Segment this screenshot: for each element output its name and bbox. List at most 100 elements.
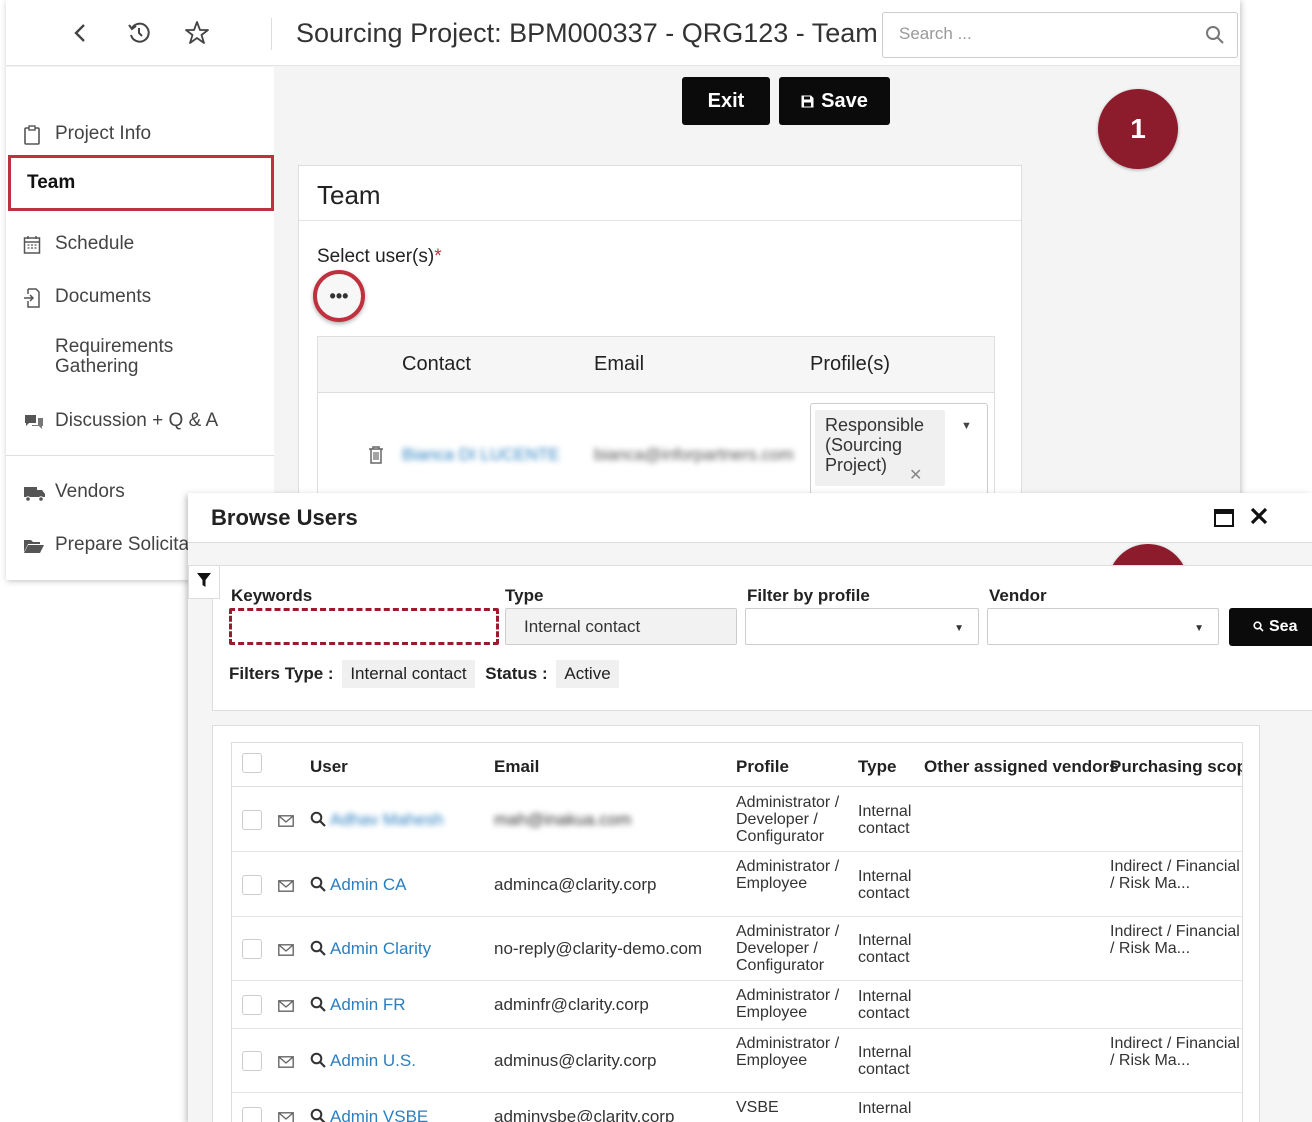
- magnifier-icon[interactable]: [310, 940, 326, 961]
- mail-icon[interactable]: [278, 1111, 294, 1122]
- search-icon: [1253, 619, 1264, 637]
- column-header-email[interactable]: Email: [494, 757, 539, 777]
- magnifier-icon[interactable]: [310, 1052, 326, 1073]
- sidebar-item-requirements-gathering[interactable]: Requirements Gathering: [6, 337, 274, 381]
- vendor-label: Vendor: [989, 586, 1047, 605]
- mail-icon[interactable]: [278, 943, 294, 961]
- filter-chip-status[interactable]: Active: [556, 660, 619, 688]
- select-users-more-button[interactable]: •••: [313, 270, 365, 322]
- history-icon[interactable]: [122, 16, 156, 50]
- user-link[interactable]: Admin FR: [330, 995, 406, 1015]
- row-checkbox[interactable]: [242, 1107, 262, 1122]
- profile-filter-select[interactable]: ▼: [745, 608, 979, 645]
- row-checkbox[interactable]: [242, 810, 262, 830]
- column-header-profile[interactable]: Profile: [736, 757, 789, 777]
- user-email: adminfr@clarity.corp: [494, 995, 649, 1014]
- row-checkbox[interactable]: [242, 1051, 262, 1071]
- row-checkbox[interactable]: [242, 939, 262, 959]
- sidebar-item-label: Vendors: [55, 481, 125, 502]
- sidebar-item-documents[interactable]: Documents: [6, 286, 274, 312]
- caret-down-icon[interactable]: ▼: [961, 420, 972, 432]
- filter-funnel-icon: [197, 572, 211, 592]
- magnifier-icon[interactable]: [310, 876, 326, 897]
- magnifier-icon[interactable]: [310, 996, 326, 1017]
- back-chevron-icon[interactable]: [64, 16, 98, 50]
- row-checkbox[interactable]: [242, 995, 262, 1015]
- user-link[interactable]: Admin CA: [330, 875, 407, 895]
- mail-icon[interactable]: [278, 879, 294, 897]
- browse-users-dialog: Browse Users 2 Keywords Type Internal co…: [188, 493, 1312, 1122]
- save-label: Save: [821, 89, 868, 112]
- sidebar-item-label: Schedule: [55, 233, 135, 254]
- save-button[interactable]: Save: [779, 77, 890, 125]
- maximize-icon[interactable]: [1214, 509, 1234, 532]
- select-users-label: Select user(s)*: [317, 246, 442, 268]
- column-header-purchasing-scope[interactable]: Purchasing scope: [1110, 757, 1242, 777]
- column-header-email[interactable]: Email: [594, 353, 644, 376]
- user-link[interactable]: Admin U.S.: [330, 1051, 416, 1071]
- magnifier-icon[interactable]: [310, 811, 326, 832]
- column-header-contact[interactable]: Contact: [402, 353, 471, 376]
- user-email: mah@inakua.com: [494, 810, 632, 829]
- exit-button[interactable]: Exit: [682, 77, 770, 125]
- global-search[interactable]: [882, 12, 1238, 58]
- star-icon[interactable]: [180, 16, 214, 50]
- row-checkbox[interactable]: [242, 875, 262, 895]
- mail-icon[interactable]: [278, 1055, 294, 1073]
- type-label: Type: [505, 586, 544, 605]
- user-profile: Administrator / Developer / Configurator: [736, 794, 840, 845]
- mail-icon[interactable]: [278, 814, 294, 832]
- user-profile: Administrator / Employee: [736, 858, 840, 892]
- sidebar-item-project-info[interactable]: Project Info: [6, 123, 274, 149]
- close-icon[interactable]: [1248, 505, 1270, 532]
- profile-multiselect[interactable]: Responsible (Sourcing Project) ✕ ▼: [810, 403, 988, 501]
- dialog-header: Browse Users: [188, 493, 1312, 543]
- sidebar-item-label: Prepare Solicitat: [55, 534, 195, 555]
- remove-tag-icon[interactable]: ✕: [909, 466, 922, 486]
- select-all-checkbox[interactable]: [242, 753, 262, 773]
- sidebar-item-schedule[interactable]: Schedule: [6, 233, 274, 259]
- keywords-input[interactable]: [229, 608, 499, 645]
- mail-icon[interactable]: [278, 999, 294, 1017]
- magnifier-icon[interactable]: [310, 1108, 326, 1122]
- column-header-other-vendors[interactable]: Other assigned vendors: [924, 757, 1119, 777]
- filter-toggle[interactable]: [188, 565, 220, 599]
- user-type: Internal contact: [858, 803, 912, 837]
- user-link[interactable]: Admin VSBE: [330, 1107, 428, 1122]
- filters-label: Filters: [229, 664, 281, 683]
- user-email: adminca@clarity.corp: [494, 875, 657, 894]
- column-header-type[interactable]: Type: [858, 757, 896, 777]
- keywords-label: Keywords: [231, 586, 313, 605]
- sidebar-item-team[interactable]: Team: [8, 155, 274, 211]
- user-type: Internal contact: [858, 988, 912, 1022]
- column-header-profiles[interactable]: Profile(s): [810, 353, 890, 376]
- user-link[interactable]: Admin Clarity: [330, 939, 431, 959]
- filter-chip-type[interactable]: Internal contact: [342, 660, 475, 688]
- caret-down-icon: ▼: [954, 623, 964, 634]
- dialog-title: Browse Users: [211, 505, 358, 530]
- filter-panel: Keywords Type Internal contact Filter by…: [212, 565, 1312, 711]
- trash-icon[interactable]: [368, 445, 384, 470]
- table-row: Admin U.S. adminus@clarity.corp Administra…: [232, 1029, 1242, 1093]
- filter-status-label: Status :: [485, 664, 548, 683]
- clipboard-icon: [23, 125, 43, 145]
- table-row: Admin VSBE adminvsbe@clarity.corp VSBE Inte…: [232, 1093, 1242, 1122]
- search-icon[interactable]: [1205, 25, 1225, 50]
- step-badge-1: 1: [1098, 89, 1178, 169]
- sidebar-item-discussion[interactable]: Discussion + Q & A: [6, 410, 274, 436]
- column-header-user[interactable]: User: [310, 757, 348, 777]
- user-type: Internal contact: [858, 868, 912, 902]
- caret-down-icon: ▼: [1194, 623, 1204, 634]
- truck-icon: [23, 483, 45, 503]
- search-input[interactable]: [899, 24, 1189, 44]
- user-purchasing-scope: Indirect / Financial / Risk Ma...: [1110, 923, 1240, 957]
- search-button[interactable]: Sea: [1229, 608, 1312, 646]
- results-panel: User Email Profile Type Other assigned v…: [212, 725, 1260, 1122]
- user-link[interactable]: Adhav Mahesh: [330, 810, 443, 830]
- user-profile: Administrator / Developer / Configurator: [736, 923, 840, 974]
- chat-bubbles-icon: [23, 412, 43, 432]
- contact-link[interactable]: Bianca DI LUCENTE: [402, 445, 560, 465]
- users-table: User Email Profile Type Other assigned v…: [231, 742, 1243, 1122]
- table-row: Admin CA adminca@clarity.corp Administrato…: [232, 852, 1242, 917]
- vendor-select[interactable]: ▼: [987, 608, 1219, 645]
